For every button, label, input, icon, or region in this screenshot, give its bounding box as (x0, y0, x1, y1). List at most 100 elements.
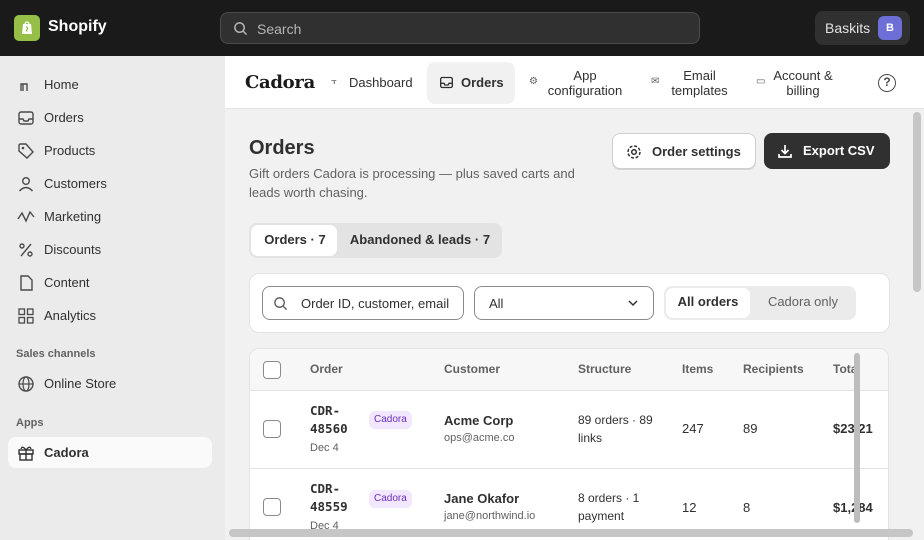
search-icon (274, 297, 288, 311)
gift-icon (18, 446, 34, 461)
status-badge: Cadora (369, 411, 412, 429)
help-icon[interactable]: ? (878, 74, 896, 92)
horizontal-scrollbar[interactable] (229, 529, 913, 537)
customer-name: Acme Corp (444, 413, 514, 428)
sidebar-item-label: Content (44, 275, 90, 290)
tab-dashboard[interactable]: ⫟ Dashboard (325, 62, 420, 104)
sidebar-item-analytics[interactable]: Analytics (8, 300, 212, 331)
tab-label: Email templates (671, 68, 728, 98)
order-structure: 8 orders · 1 payment (578, 491, 640, 523)
sidebar: Home Orders Products Customers Marketing… (0, 56, 224, 540)
shopify-logo-icon[interactable] (14, 15, 40, 41)
recipients-count: 89 (743, 421, 758, 436)
table-row[interactable]: CDR-48560 Dec 4 Cadora Acme Corp ops@acm… (250, 391, 888, 469)
sidebar-item-products[interactable]: Products (8, 135, 212, 166)
avatar: B (878, 16, 902, 40)
inbox-icon (18, 111, 34, 125)
global-search[interactable]: Search (220, 12, 700, 44)
scope-toggle: All orders Cadora only (664, 286, 856, 320)
filter-bar: Order ID, customer, email All All orders… (249, 273, 890, 333)
app-header: Cadora ⫟ Dashboard Orders ⚙ App configur… (225, 56, 924, 109)
order-structure: 89 orders · 89 links (578, 413, 653, 445)
export-csv-button[interactable]: Export CSV (764, 133, 890, 169)
button-label: Order settings (652, 144, 741, 159)
order-settings-button[interactable]: Order settings (612, 133, 756, 169)
table-header: Order Customer Structure Items Recipient… (250, 349, 888, 391)
tab-label: Account & billing (773, 68, 833, 98)
home-icon (20, 83, 28, 91)
order-id[interactable]: CDR-48560 (310, 402, 370, 438)
status-select[interactable]: All (474, 286, 654, 320)
tab-label: Dashboard (349, 75, 413, 90)
page-title: Orders (249, 137, 315, 159)
column-customer[interactable]: Customer (444, 362, 500, 376)
select-all-checkbox[interactable] (263, 361, 281, 379)
column-items[interactable]: Items (682, 362, 713, 376)
globe-icon (18, 376, 34, 392)
sidebar-item-cadora[interactable]: Cadora (8, 437, 212, 468)
target-icon (17, 210, 35, 223)
scope-all-orders[interactable]: All orders (666, 294, 750, 310)
customer-email: ops@acme.co (444, 432, 515, 444)
sidebar-item-label: Home (44, 77, 79, 92)
top-bar: Shopify Search Baskits B (0, 0, 924, 56)
order-total: $23,21 (833, 421, 873, 436)
tab-label: Orders (461, 75, 504, 90)
page-scrollbar[interactable] (913, 112, 921, 292)
mail-icon: ✉ (651, 76, 660, 87)
card-icon: ▭ (756, 76, 766, 87)
sidebar-item-label: Marketing (44, 209, 102, 224)
column-recipients[interactable]: Recipients (743, 362, 804, 376)
tab-app-configuration[interactable]: ⚙ App configuration (523, 62, 633, 104)
table-scrollbar[interactable] (854, 353, 860, 523)
order-total: $1,284 (833, 500, 873, 515)
search-placeholder: Search (257, 21, 302, 37)
page-tabs: Orders · 7 Abandoned & leads · 7 (249, 223, 502, 258)
download-icon (778, 145, 792, 158)
sidebar-item-online-store[interactable]: Online Store (8, 368, 212, 399)
dashboard-icon: ⫟ (331, 76, 338, 87)
gear-icon (627, 145, 641, 159)
row-checkbox[interactable] (263, 498, 281, 516)
status-badge: Cadora (369, 490, 412, 508)
tab-account-billing[interactable]: ▭ Account & billing (752, 62, 847, 104)
search-icon (234, 22, 248, 36)
tab-orders-label[interactable]: Orders · 7 (262, 232, 328, 248)
button-label: Export CSV (803, 143, 875, 158)
order-search-input[interactable]: Order ID, customer, email (262, 286, 464, 320)
tab-orders[interactable]: Orders (427, 62, 515, 104)
chevron-down-icon (628, 300, 638, 307)
scope-cadora-only[interactable]: Cadora only (760, 294, 846, 310)
main-content: Cadora ⫟ Dashboard Orders ⚙ App configur… (225, 56, 924, 540)
column-order[interactable]: Order (310, 362, 343, 376)
items-count: 247 (682, 421, 704, 436)
inbox-icon (440, 76, 453, 89)
tab-email-templates[interactable]: ✉ Email templates (645, 62, 740, 104)
sidebar-item-marketing[interactable]: Marketing (8, 201, 212, 232)
items-count: 12 (682, 500, 697, 515)
select-value: All (489, 296, 504, 311)
sidebar-item-content[interactable]: Content (8, 267, 212, 298)
sidebar-item-discounts[interactable]: Discounts (8, 234, 212, 265)
column-structure[interactable]: Structure (578, 362, 631, 376)
document-icon (20, 275, 33, 291)
brand-name: Shopify (48, 18, 107, 35)
tab-label: App configuration (547, 68, 623, 98)
sidebar-item-customers[interactable]: Customers (8, 168, 212, 199)
order-search-placeholder: Order ID, customer, email (301, 296, 450, 311)
sidebar-item-home[interactable]: Home (8, 69, 212, 100)
sidebar-item-label: Online Store (44, 376, 117, 391)
row-checkbox[interactable] (263, 420, 281, 438)
sidebar-item-label: Customers (44, 176, 107, 191)
sidebar-item-label: Cadora (44, 445, 89, 460)
tab-abandoned-label[interactable]: Abandoned & leads · 7 (349, 232, 491, 248)
gear-icon: ⚙ (529, 76, 538, 87)
order-id[interactable]: CDR-48559 (310, 480, 370, 516)
store-switcher[interactable]: Baskits B (815, 11, 910, 45)
sidebar-item-label: Orders (44, 110, 84, 125)
customer-name: Jane Okafor (444, 491, 520, 506)
recipients-count: 8 (743, 500, 751, 515)
sidebar-item-orders[interactable]: Orders (8, 102, 212, 133)
customer-email: jane@northwind.io (444, 510, 536, 522)
section-title-apps: Apps (16, 417, 44, 429)
